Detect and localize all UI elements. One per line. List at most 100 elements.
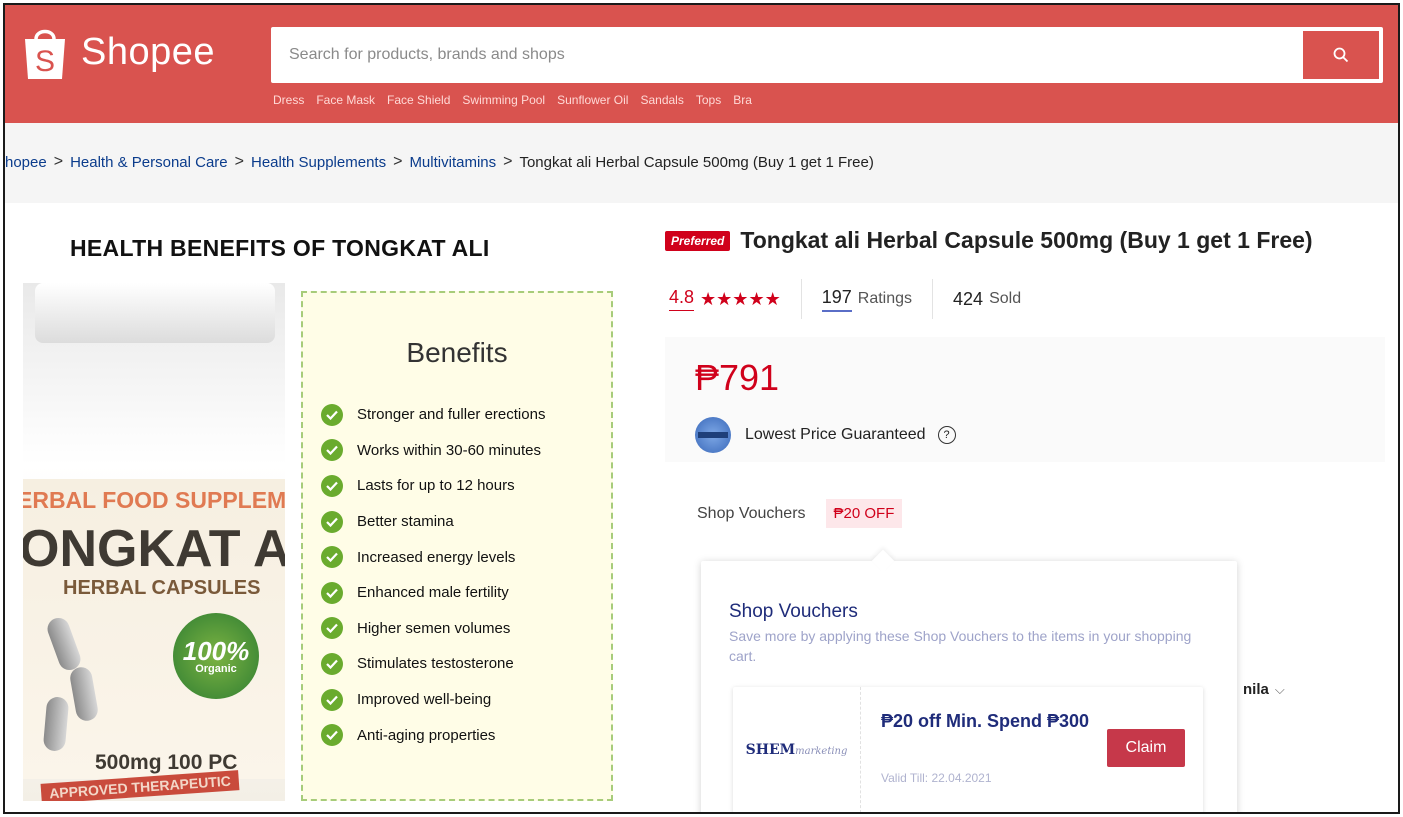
shop-vouchers-popover: Shop Vouchers Save more by applying thes…: [701, 549, 1237, 812]
benefit-text: Better stamina: [357, 513, 454, 531]
check-icon: [321, 581, 343, 604]
breadcrumb-separator: >: [503, 153, 513, 170]
guarantee-seal-icon: [695, 417, 731, 453]
benefit-text: Higher semen volumes: [357, 619, 511, 637]
check-icon: [321, 546, 343, 569]
sold-count: 424: [953, 288, 984, 309]
breadcrumb: hopee > Health & Personal Care > Health …: [5, 153, 874, 171]
quick-link[interactable]: Sandals: [640, 93, 683, 107]
breadcrumb-separator: >: [393, 153, 403, 170]
benefit-item: Improved well-being: [321, 682, 545, 718]
breadcrumb-home[interactable]: hopee: [5, 154, 47, 171]
benefit-text: Stimulates testosterone: [357, 655, 514, 673]
svg-text:S: S: [35, 45, 55, 78]
product-title: Tongkat ali Herbal Capsule 500mg (Buy 1 …: [740, 227, 1313, 253]
breadcrumb-subcategory[interactable]: Health Supplements: [251, 154, 386, 171]
benefits-title: Benefits: [406, 337, 508, 368]
image-heading: HEALTH BENEFITS OF TONGKAT ALI: [70, 235, 490, 261]
organic-badge-label: Organic: [195, 662, 237, 675]
shop-logo-text: SHEMmarketing: [745, 742, 848, 758]
bottle-label-line: ERBAL FOOD SUPPLEM: [23, 487, 285, 513]
divider: [932, 279, 934, 319]
check-icon: [321, 688, 343, 711]
breadcrumb-bar: hopee > Health & Personal Care > Health …: [5, 123, 1398, 203]
bottle-label-brand: ONGKAT A: [23, 520, 285, 578]
title-row: Preferred Tongkat ali Herbal Capsule 500…: [665, 227, 1385, 254]
claim-button[interactable]: Claim: [1107, 729, 1185, 767]
sold-label: Sold: [989, 290, 1022, 307]
breadcrumb-category[interactable]: Health & Personal Care: [70, 154, 228, 171]
organic-badge: 100% Organic: [173, 613, 259, 699]
shipping-location[interactable]: nila ⌵: [1243, 681, 1285, 698]
breadcrumb-separator: >: [53, 153, 64, 170]
product-price: ₱791: [695, 357, 780, 398]
voucher-card: SHEMmarketing ₱20 off Min. Spend ₱300 Va…: [733, 687, 1203, 812]
check-icon: [321, 724, 343, 747]
header: S Shopee Dress Face Mask Face Shield Swi…: [5, 5, 1398, 123]
benefit-text: Increased energy levels: [357, 548, 516, 566]
quick-link[interactable]: Sunflower Oil: [557, 93, 628, 107]
voucher-validity: Valid Till: 22.04.2021: [881, 771, 992, 785]
product-image[interactable]: HEALTH BENEFITS OF TONGKAT ALI ERBAL FOO…: [23, 227, 633, 807]
bottle-label-line: HERBAL CAPSULES: [63, 577, 261, 599]
lowest-price-guarantee[interactable]: Lowest Price Guaranteed ?: [695, 417, 956, 453]
quick-link[interactable]: Face Mask: [316, 93, 375, 107]
quick-link[interactable]: Face Shield: [387, 93, 450, 107]
ratings-label: Ratings: [857, 290, 913, 307]
popover-title: Shop Vouchers: [729, 601, 858, 622]
search-button[interactable]: [1303, 31, 1379, 79]
rating-value[interactable]: 4.8: [669, 287, 695, 311]
benefit-item: Anti-aging properties: [321, 717, 545, 753]
popover-subtitle: Save more by applying these Shop Voucher…: [729, 628, 1192, 664]
search-input[interactable]: [271, 27, 1301, 83]
help-icon[interactable]: ?: [937, 426, 956, 444]
page-frame: S Shopee Dress Face Mask Face Shield Swi…: [3, 3, 1400, 814]
shopee-logo[interactable]: S Shopee: [21, 23, 215, 81]
brand-name: Shopee: [81, 30, 216, 73]
organic-badge-percent: 100%: [182, 635, 250, 666]
benefit-item: Higher semen volumes: [321, 611, 545, 647]
check-icon: [321, 510, 343, 533]
benefit-text: Anti-aging properties: [357, 726, 496, 744]
product-bottle-photo: ERBAL FOOD SUPPLEM ONGKAT A HERBAL CAPSU…: [23, 283, 285, 801]
breadcrumb-current: Tongkat ali Herbal Capsule 500mg (Buy 1 …: [519, 153, 874, 171]
voucher-tag[interactable]: ₱20 OFF: [825, 499, 903, 528]
breadcrumb-leaf-category[interactable]: Multivitamins: [409, 154, 496, 171]
benefit-item: Better stamina: [321, 504, 545, 540]
benefit-item: Increased energy levels: [321, 539, 545, 575]
search-box: [271, 27, 1383, 83]
quick-link[interactable]: Bra: [733, 93, 752, 107]
quick-link[interactable]: Dress: [273, 93, 304, 107]
shop-vouchers-label: Shop Vouchers: [697, 504, 806, 522]
divider: [800, 279, 802, 319]
check-icon: [321, 617, 343, 640]
quick-link[interactable]: Tops: [696, 93, 721, 107]
search-icon: [1333, 47, 1349, 63]
benefit-text: Lasts for up to 12 hours: [357, 477, 515, 495]
check-icon: [321, 403, 343, 426]
shop-logo: SHEMmarketing: [733, 687, 861, 812]
benefit-item: Enhanced male fertility: [321, 575, 545, 611]
product-info: Preferred Tongkat ali Herbal Capsule 500…: [665, 227, 1385, 528]
benefit-text: Improved well-being: [357, 691, 492, 709]
quick-link[interactable]: Swimming Pool: [462, 93, 545, 107]
breadcrumb-separator: >: [234, 153, 244, 170]
benefit-item: Works within 30-60 minutes: [321, 433, 545, 469]
benefit-text: Stronger and fuller erections: [357, 406, 546, 424]
preferred-badge: Preferred: [665, 230, 731, 251]
benefits-card: Benefits Stronger and fuller erections W…: [301, 291, 613, 801]
popover-arrow: [871, 549, 895, 573]
shop-vouchers-row: Shop Vouchers ₱20 OFF: [697, 499, 903, 528]
benefit-text: Works within 30-60 minutes: [357, 441, 541, 459]
ratings-count[interactable]: 197: [821, 287, 852, 312]
product-stats: 4.8 ★★★★★ 197 Ratings 424 Sold: [669, 279, 1021, 319]
check-icon: [321, 652, 343, 675]
location-text: nila: [1243, 681, 1269, 698]
bottle-cap: [35, 283, 275, 343]
check-icon: [321, 439, 343, 462]
benefit-item: Stimulates testosterone: [321, 646, 545, 682]
benefit-text: Enhanced male fertility: [357, 584, 509, 602]
voucher-title: ₱20 off Min. Spend ₱300: [881, 711, 1090, 731]
benefit-item: Lasts for up to 12 hours: [321, 468, 545, 504]
guarantee-text: Lowest Price Guaranteed: [745, 426, 926, 443]
